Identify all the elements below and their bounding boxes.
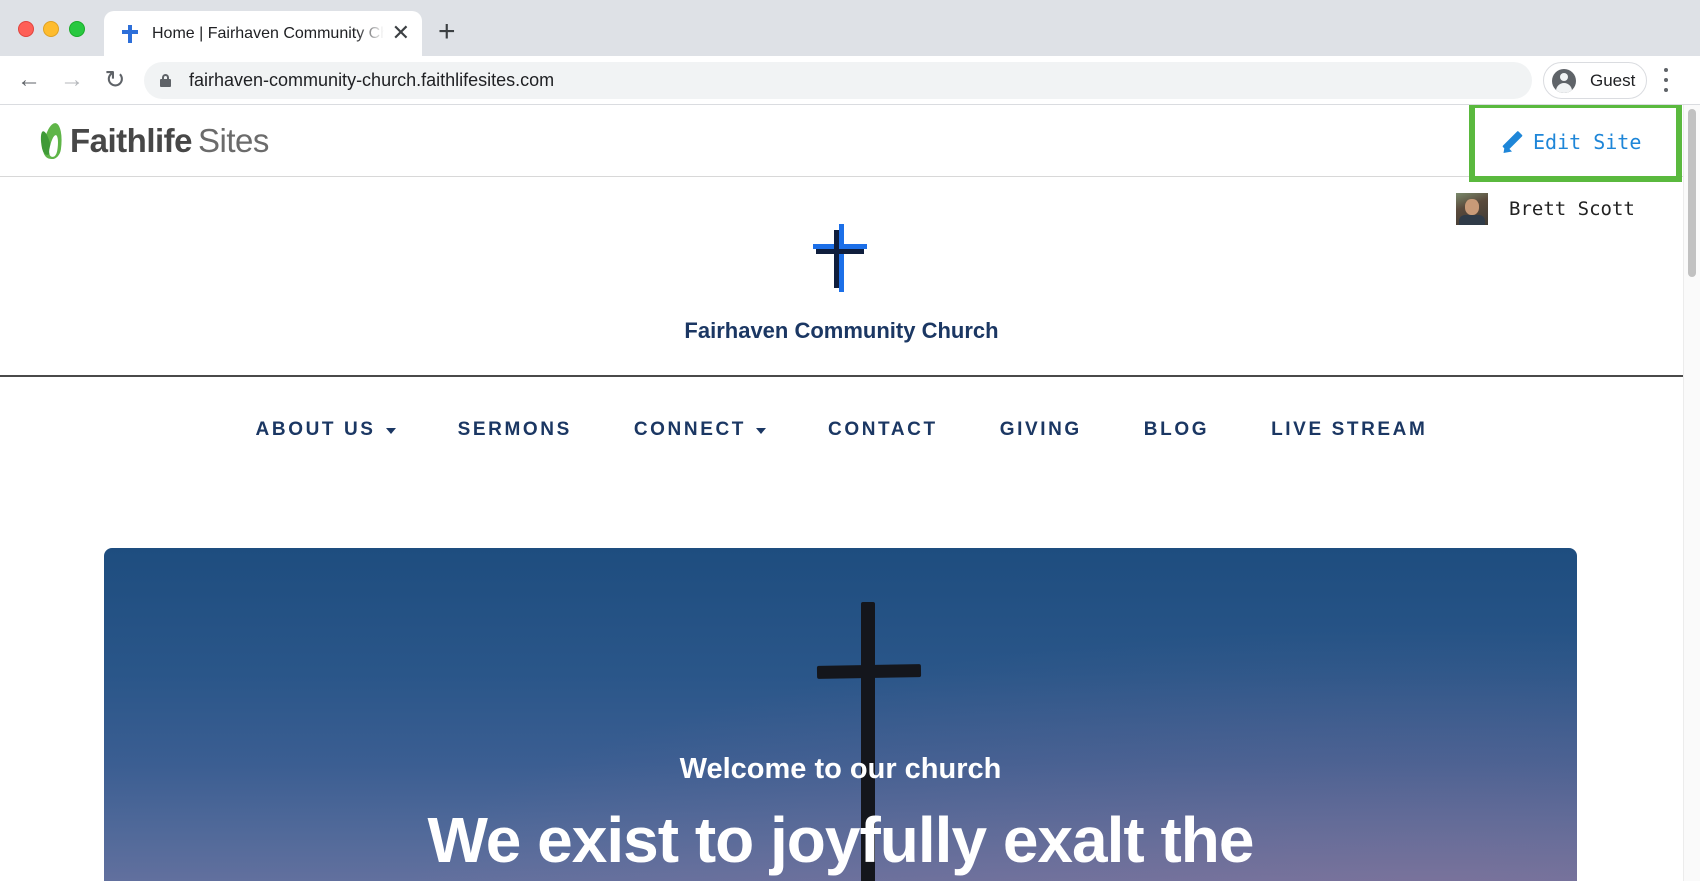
browser-toolbar: ← → ↻ fairhaven-community-church.faithli… <box>0 56 1700 105</box>
arrow-right-icon[interactable]: → <box>58 66 86 94</box>
hero-cross-image <box>816 664 922 679</box>
nav-item-label: GIVING <box>999 419 1082 440</box>
main-navigation: ABOUT US SERMONS CONNECT CONTACT GIVING … <box>0 419 1683 441</box>
reload-icon[interactable]: ↻ <box>101 66 129 94</box>
scrollbar-thumb[interactable] <box>1688 109 1696 277</box>
logo-text-faithlife: Faithlife <box>70 122 193 159</box>
nav-item-blog[interactable]: BLOG <box>1144 419 1209 441</box>
page-content: Faithlife Sites Edit Site Brett Scott Fa… <box>0 105 1700 881</box>
nav-item-connect[interactable]: CONNECT <box>633 419 767 441</box>
nav-item-sermons[interactable]: SERMONS <box>458 419 572 441</box>
profile-button[interactable]: Guest <box>1543 62 1647 99</box>
nav-item-label: CONNECT <box>633 419 747 440</box>
header-divider <box>0 375 1683 377</box>
url-text[interactable]: fairhaven-community-church.faithlifesite… <box>189 70 554 91</box>
logo-text-sites: Sites <box>198 122 269 159</box>
profile-icon <box>1552 68 1576 93</box>
tab-title: Home | Fairhaven Community Church <box>152 24 384 42</box>
kebab-menu-icon[interactable] <box>1663 68 1669 92</box>
window-minimize-button[interactable] <box>43 21 59 37</box>
window-zoom-button[interactable] <box>69 21 85 37</box>
nav-item-label: SERMONS <box>457 419 572 440</box>
page-scrollbar[interactable] <box>1683 105 1700 881</box>
user-name: Brett Scott <box>1509 198 1635 220</box>
nav-item-label: ABOUT US <box>255 419 376 440</box>
window-close-button[interactable] <box>18 21 34 37</box>
flame-icon <box>38 121 66 161</box>
address-bar[interactable]: fairhaven-community-church.faithlifesite… <box>144 62 1532 99</box>
nav-item-giving[interactable]: GIVING <box>1000 419 1082 441</box>
nav-item-about-us[interactable]: ABOUT US <box>256 419 396 441</box>
church-cross-logo[interactable] <box>813 224 867 292</box>
edit-site-button[interactable]: Edit Site <box>1469 105 1682 182</box>
profile-label: Guest <box>1590 70 1636 90</box>
faithlife-admin-bar: Faithlife Sites Edit Site <box>0 105 1683 182</box>
browser-tab-bar: Home | Fairhaven Community Church ✕ + <box>0 0 1700 56</box>
edit-site-label: Edit Site <box>1533 130 1642 154</box>
caret-down-icon <box>756 427 767 434</box>
browser-tab[interactable]: Home | Fairhaven Community Church ✕ <box>104 11 422 56</box>
arrow-left-icon[interactable]: ← <box>15 66 43 94</box>
nav-item-contact[interactable]: CONTACT <box>828 419 938 441</box>
nav-item-label: BLOG <box>1143 419 1210 440</box>
nav-item-label: LIVE STREAM <box>1271 419 1428 440</box>
hero-headline: We exist to joyfully exalt the <box>427 804 1255 876</box>
caret-down-icon <box>385 427 396 434</box>
hero-banner: Welcome to our church We exist to joyful… <box>104 548 1577 881</box>
cross-icon <box>120 24 140 44</box>
user-menu[interactable]: Brett Scott <box>1456 193 1635 225</box>
hero-kicker: Welcome to our church <box>679 753 1002 785</box>
pencil-icon <box>1499 130 1523 157</box>
lock-icon[interactable] <box>160 74 171 87</box>
church-name[interactable]: Fairhaven Community Church <box>0 318 1683 344</box>
nav-item-live-stream[interactable]: LIVE STREAM <box>1271 419 1427 441</box>
faithlife-sites-logo[interactable]: Faithlife Sites <box>38 121 269 161</box>
nav-item-label: CONTACT <box>828 419 938 440</box>
avatar <box>1456 193 1488 225</box>
plus-icon[interactable]: + <box>438 16 456 48</box>
close-icon[interactable]: ✕ <box>392 21 410 45</box>
